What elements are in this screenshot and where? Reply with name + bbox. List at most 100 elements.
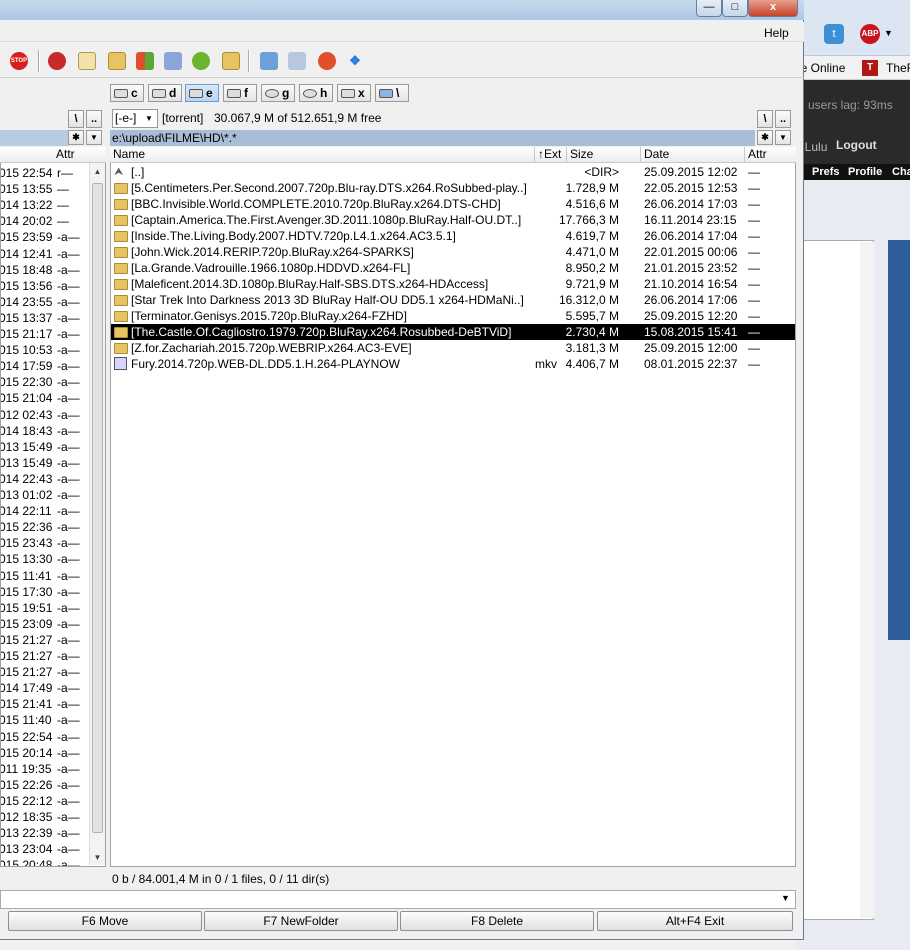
drive-button-h[interactable]: h bbox=[299, 84, 333, 102]
left-table-row[interactable]: 014 17:49 -a— bbox=[1, 680, 89, 696]
windows-icon[interactable] bbox=[136, 52, 154, 70]
drive-button-f[interactable]: f bbox=[223, 84, 257, 102]
left-table-row[interactable]: 015 22:54 r— bbox=[1, 165, 89, 181]
dropbox-icon[interactable]: ❖ bbox=[346, 52, 364, 70]
menu-help[interactable]: Help bbox=[764, 26, 789, 40]
nvidia-icon[interactable] bbox=[192, 52, 210, 70]
archive-icon[interactable] bbox=[288, 52, 306, 70]
drive-button-d[interactable]: d bbox=[148, 84, 182, 102]
left-table-row[interactable]: 012 18:35 -a— bbox=[1, 809, 89, 825]
left-table-row[interactable]: 015 13:55 — bbox=[1, 181, 89, 197]
scroll-thumb[interactable] bbox=[92, 183, 103, 833]
right-file-list[interactable]: ⮝ [..] <DIR> 25.09.2015 12:02 — [5.Centimeter… bbox=[110, 163, 796, 867]
left-table-row[interactable]: 014 12:41 -a— bbox=[1, 246, 89, 262]
left-table-row[interactable]: 015 20:48 -a— bbox=[1, 857, 89, 866]
left-root-button[interactable]: \ bbox=[68, 110, 84, 128]
left-scrollbar[interactable]: ▲ ▼ bbox=[89, 163, 105, 865]
date-column-header[interactable]: Date bbox=[640, 147, 744, 163]
left-table-row[interactable]: 015 23:43 -a— bbox=[1, 535, 89, 551]
stop-icon[interactable]: STOP bbox=[10, 52, 28, 70]
folder-row[interactable]: [La.Grande.Vadrouille.1966.1080p.HDDVD.x… bbox=[111, 260, 795, 276]
scroll-down-arrow[interactable]: ▼ bbox=[90, 851, 105, 865]
drive-button-e[interactable]: e bbox=[185, 84, 219, 102]
left-table-row[interactable]: 015 11:40 -a— bbox=[1, 712, 89, 728]
left-attr-header[interactable]: Attr bbox=[56, 147, 75, 162]
left-table-row[interactable]: 014 18:43 -a— bbox=[1, 423, 89, 439]
right-history-button[interactable]: ✱ bbox=[757, 130, 773, 145]
left-table-row[interactable]: 011 19:35 -a— bbox=[1, 761, 89, 777]
left-table-row[interactable]: 015 21:17 -a— bbox=[1, 326, 89, 342]
left-table-row[interactable]: 015 22:54 -a— bbox=[1, 729, 89, 745]
left-history-button[interactable]: ✱ bbox=[68, 130, 84, 145]
drive-button-network[interactable]: \ bbox=[375, 84, 409, 102]
left-table-row[interactable]: 015 19:51 -a— bbox=[1, 600, 89, 616]
drive-select[interactable]: [-e-] ▼ bbox=[112, 109, 158, 128]
minimize-button[interactable]: — bbox=[696, 0, 722, 17]
left-table-row[interactable]: 015 21:27 -a— bbox=[1, 664, 89, 680]
logout-link[interactable]: Logout bbox=[836, 138, 877, 152]
left-parent-button[interactable]: .. bbox=[86, 110, 102, 128]
folder-row[interactable]: [Captain.America.The.First.Avenger.3D.20… bbox=[111, 212, 795, 228]
copy-icon[interactable] bbox=[260, 52, 278, 70]
drive-button-c[interactable]: c bbox=[110, 84, 144, 102]
right-root-button[interactable]: \ bbox=[757, 110, 773, 128]
file-row[interactable]: Fury.2014.720p.WEB-DL.DD5.1.H.264-PLAYNO… bbox=[111, 356, 795, 372]
ccleaner-icon[interactable] bbox=[318, 52, 336, 70]
folder-row[interactable]: [Maleficent.2014.3D.1080p.BluRay.Half-SB… bbox=[111, 276, 795, 292]
left-table-row[interactable]: 014 23:55 -a— bbox=[1, 294, 89, 310]
attr-column-header[interactable]: Attr bbox=[744, 147, 796, 163]
folder-icon[interactable] bbox=[222, 52, 240, 70]
left-table-row[interactable]: 013 01:02 -a— bbox=[1, 487, 89, 503]
folder-row[interactable]: [Z.for.Zachariah.2015.720p.WEBRIP.x264.A… bbox=[111, 340, 795, 356]
drive-button-x[interactable]: x bbox=[337, 84, 371, 102]
left-table-row[interactable]: 015 22:12 -a— bbox=[1, 793, 89, 809]
left-table-row[interactable]: 015 23:09 -a— bbox=[1, 616, 89, 632]
f7-newfolder-button[interactable]: F7 NewFolder bbox=[204, 911, 398, 931]
left-table-row[interactable]: 014 22:43 -a— bbox=[1, 471, 89, 487]
adblock-icon[interactable]: ABP bbox=[860, 24, 880, 44]
left-table-row[interactable]: 014 20:02 — bbox=[1, 213, 89, 229]
name-column-header[interactable]: Name bbox=[113, 147, 145, 162]
left-table-row[interactable]: 015 23:59 -a— bbox=[1, 229, 89, 245]
right-hotlist-button[interactable]: ▼ bbox=[775, 130, 791, 145]
alt-f4-exit-button[interactable]: Alt+F4 Exit bbox=[597, 911, 793, 931]
left-table-row[interactable]: 015 21:27 -a— bbox=[1, 648, 89, 664]
folder-row[interactable]: [5.Centimeters.Per.Second.2007.720p.Blu-… bbox=[111, 180, 795, 196]
f8-delete-button[interactable]: F8 Delete bbox=[400, 911, 594, 931]
left-table-row[interactable]: 014 13:22 — bbox=[1, 197, 89, 213]
left-table-row[interactable]: 015 13:37 -a— bbox=[1, 310, 89, 326]
left-table-row[interactable]: 013 15:49 -a— bbox=[1, 455, 89, 471]
left-table-row[interactable]: 014 22:11 -a— bbox=[1, 503, 89, 519]
left-hotlist-button[interactable]: ▼ bbox=[86, 130, 102, 145]
notepad-icon[interactable] bbox=[78, 52, 96, 70]
ladybug-icon[interactable] bbox=[48, 52, 66, 70]
left-table-row[interactable]: 013 15:49 -a— bbox=[1, 439, 89, 455]
f6-move-button[interactable]: F6 Move bbox=[8, 911, 202, 931]
scroll-up-arrow[interactable]: ▲ bbox=[90, 165, 105, 179]
folder-row[interactable]: [The.Castle.Of.Cagliostro.1979.720p.BluR… bbox=[111, 324, 795, 340]
maximize-button[interactable]: □ bbox=[722, 0, 748, 17]
browser-tab-thef[interactable]: TheF bbox=[886, 61, 910, 75]
chevron-down-icon[interactable]: ▼ bbox=[884, 28, 893, 38]
left-table-row[interactable]: 015 21:27 -a— bbox=[1, 632, 89, 648]
right-parent-button[interactable]: .. bbox=[775, 110, 791, 128]
folder-row[interactable]: [Inside.The.Living.Body.2007.HDTV.720p.L… bbox=[111, 228, 795, 244]
left-table-row[interactable]: 015 22:36 -a— bbox=[1, 519, 89, 535]
left-table-row[interactable]: 015 21:41 -a— bbox=[1, 696, 89, 712]
chevron-down-icon[interactable]: ▼ bbox=[781, 893, 790, 903]
twitter-icon[interactable]: t bbox=[824, 24, 844, 44]
left-table-row[interactable]: 014 17:59 -a— bbox=[1, 358, 89, 374]
left-path-bar[interactable] bbox=[0, 130, 68, 146]
folder-row[interactable]: [John.Wick.2014.RERIP.720p.BluRay.x264-S… bbox=[111, 244, 795, 260]
left-file-list[interactable]: 015 22:54 r— 015 13:55—014 13:22—014 20:02… bbox=[0, 163, 106, 867]
ext-column-header[interactable]: ↑Ext bbox=[534, 147, 566, 163]
browser-scrollbar[interactable] bbox=[860, 242, 874, 918]
nav-profile[interactable]: Profile bbox=[848, 164, 882, 180]
right-path-bar[interactable]: e:\upload\FILME\HD\*.* bbox=[110, 130, 755, 146]
folder-row[interactable]: [BBC.Invisible.World.COMPLETE.2010.720p.… bbox=[111, 196, 795, 212]
command-line[interactable]: ▼ bbox=[0, 890, 796, 909]
parent-dir-row[interactable]: ⮝ [..] <DIR> 25.09.2015 12:02 — bbox=[111, 164, 795, 180]
left-table-row[interactable]: 015 10:53 -a— bbox=[1, 342, 89, 358]
left-table-row[interactable]: 015 13:30 -a— bbox=[1, 551, 89, 567]
download-folder-icon[interactable] bbox=[108, 52, 126, 70]
